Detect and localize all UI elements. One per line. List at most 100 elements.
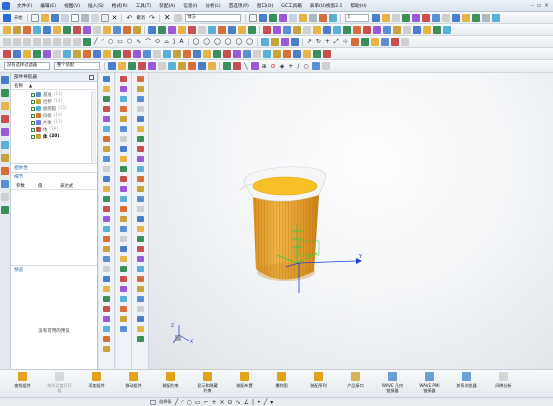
trim-body-icon[interactable]	[168, 25, 176, 34]
ribbon-button[interactable]: 装配序列	[300, 370, 337, 397]
circle5-icon[interactable]: ◯	[235, 38, 242, 45]
sb-line-icon[interactable]: ╱	[175, 399, 179, 406]
constraint-navigator-icon[interactable]	[1, 89, 9, 97]
expression-column-header[interactable]: 表达式	[55, 181, 77, 189]
visibility-checkbox[interactable]	[31, 92, 35, 97]
emboss-icon[interactable]	[218, 25, 226, 34]
studio-view-icon[interactable]	[173, 49, 181, 58]
tool-icon[interactable]	[136, 146, 144, 152]
sb-curve-icon[interactable]: ∿	[236, 399, 241, 406]
sb-circle-icon[interactable]: ○	[187, 399, 192, 406]
snap-intersect-icon[interactable]: ⊕	[262, 63, 267, 70]
extrude-icon[interactable]	[13, 25, 21, 34]
line-icon[interactable]: ╱	[94, 38, 98, 45]
draft-icon[interactable]	[103, 25, 111, 34]
sb-center-icon[interactable]: ⊙	[228, 399, 233, 406]
datum-csys-icon[interactable]	[283, 25, 291, 34]
tool-icon[interactable]	[120, 286, 127, 292]
tool-icon[interactable]	[136, 226, 144, 232]
restore-icon[interactable]: ▫	[537, 2, 541, 9]
grid-icon[interactable]	[371, 13, 380, 22]
tool-icon[interactable]	[120, 156, 127, 162]
curve-icon[interactable]	[431, 13, 440, 22]
rectangle-icon[interactable]: ▭	[117, 38, 123, 45]
tool-icon[interactable]	[120, 236, 127, 242]
circle-icon[interactable]: ○	[108, 38, 113, 45]
sketch-icon[interactable]	[401, 13, 410, 22]
blend-icon[interactable]	[73, 25, 81, 34]
shell-icon[interactable]	[93, 25, 101, 34]
menu-assembly[interactable]: 装配(A)	[155, 3, 179, 9]
quick-extend-icon[interactable]	[360, 37, 369, 46]
menu-gc-toolkit[interactable]: GC工具箱	[277, 3, 306, 9]
body-icon[interactable]	[461, 13, 470, 22]
select-datum-icon[interactable]	[198, 62, 206, 70]
measure-icon[interactable]	[328, 13, 337, 22]
tool-icon[interactable]	[103, 326, 110, 332]
direction-combo[interactable]: 体方	[184, 13, 241, 22]
menu-information[interactable]: 信息(I)	[179, 3, 201, 9]
tree-scrollbar[interactable]	[91, 91, 96, 163]
tool-icon[interactable]	[103, 346, 110, 352]
tree-row[interactable]: 体 (20)	[11, 133, 97, 140]
tool-icon[interactable]	[103, 296, 110, 302]
circle6-icon[interactable]: ◯	[246, 38, 253, 45]
visibility-checkbox[interactable]	[31, 127, 35, 132]
menu-help[interactable]: 帮助(H)	[346, 3, 370, 9]
tool-icon[interactable]	[136, 156, 144, 162]
tool-icon[interactable]	[136, 326, 144, 332]
assembly-navigator-icon[interactable]	[1, 76, 9, 84]
surface-icon[interactable]	[403, 25, 411, 34]
tool-icon[interactable]	[103, 226, 110, 232]
tool-icon[interactable]	[103, 96, 110, 102]
tool-icon[interactable]	[103, 216, 110, 222]
tool-icon[interactable]	[120, 216, 127, 222]
tool-icon[interactable]	[103, 206, 110, 212]
ribbon-button[interactable]: 查找组件	[4, 370, 41, 397]
snap-point-icon[interactable]	[290, 37, 299, 46]
tool-icon[interactable]	[103, 76, 110, 82]
info-icon[interactable]	[303, 49, 311, 58]
sketch-tool-icon[interactable]	[3, 25, 11, 34]
visibility-checkbox[interactable]	[31, 113, 35, 118]
tool-icon[interactable]	[103, 126, 110, 132]
fit-icon[interactable]	[93, 49, 101, 58]
menu-preferences[interactable]: 首选项(P)	[225, 3, 253, 9]
snap-more-icon[interactable]	[321, 62, 330, 70]
tool-icon[interactable]	[120, 206, 127, 212]
tool-icon[interactable]	[103, 186, 110, 192]
number-combo[interactable]: 1	[344, 13, 369, 22]
tool-icon[interactable]	[120, 176, 127, 182]
dimension-icon[interactable]	[280, 37, 289, 46]
tool-icon[interactable]	[103, 236, 110, 242]
tool-icon[interactable]	[120, 196, 127, 202]
tool-icon[interactable]	[136, 246, 144, 252]
analysis-icon[interactable]	[308, 13, 317, 22]
graphics-window[interactable]: Y Z X	[149, 73, 553, 369]
tool-icon[interactable]	[136, 116, 144, 122]
hide-icon[interactable]	[53, 49, 61, 58]
show-icon[interactable]	[63, 49, 71, 58]
annotation-icon[interactable]	[273, 49, 281, 58]
sb-cross-icon[interactable]: ×	[220, 399, 225, 406]
circle2-icon[interactable]: ◯	[203, 38, 210, 45]
tool-icon[interactable]	[136, 286, 144, 292]
web-browser-icon[interactable]	[1, 141, 9, 149]
system-scenes-icon[interactable]	[1, 206, 9, 214]
section-icon[interactable]	[163, 49, 171, 58]
cut-icon[interactable]	[80, 13, 89, 22]
undo-button[interactable]: 撤消	[136, 15, 145, 21]
open-icon[interactable]	[40, 13, 49, 22]
tool-icon[interactable]	[136, 266, 144, 272]
system-materials-icon[interactable]	[1, 167, 9, 175]
copy-icon[interactable]	[90, 13, 99, 22]
tool-icon[interactable]	[120, 76, 127, 82]
ribbon-button[interactable]: 按邻近度打开 组	[41, 370, 78, 397]
datum-axis-icon[interactable]	[273, 25, 281, 34]
select-feature-icon[interactable]	[128, 62, 136, 70]
layer-setting-icon[interactable]	[33, 49, 41, 58]
select-face-icon[interactable]	[148, 62, 156, 70]
details-section[interactable]: 细节	[11, 172, 97, 181]
tool-icon[interactable]	[103, 116, 110, 122]
new-icon[interactable]	[30, 13, 39, 22]
